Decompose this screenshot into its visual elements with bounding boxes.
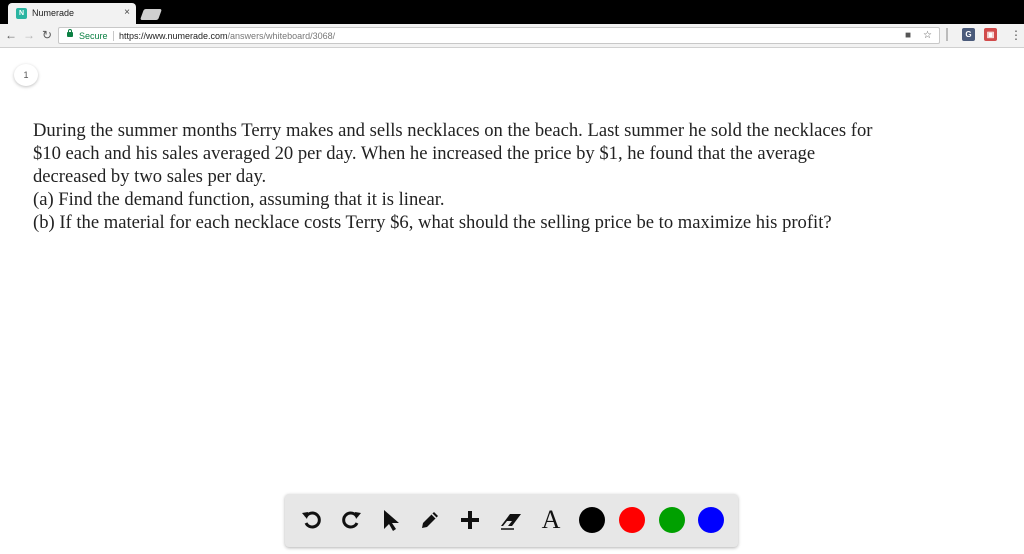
reload-icon[interactable]: ↻	[40, 28, 54, 42]
tab-close-icon[interactable]: ×	[124, 6, 130, 19]
browser-menu-icon[interactable]: ⋮	[1010, 28, 1022, 42]
lock-icon	[67, 29, 73, 37]
question-text: During the summer months Terry makes and…	[33, 119, 1023, 234]
browser-tab[interactable]: N Numerade ×	[8, 3, 136, 24]
tab-title: Numerade	[32, 8, 75, 18]
address-bar[interactable]: Secure https://www.numerade.com/answers/…	[58, 27, 940, 44]
toolbar-divider	[946, 28, 948, 41]
color-red-swatch[interactable]	[619, 507, 645, 533]
extension-icon[interactable]: ▣	[984, 28, 997, 41]
browser-tab-bar: N Numerade ×	[0, 0, 1024, 24]
page-number-badge[interactable]: 1	[14, 64, 38, 86]
numerade-favicon-icon: N	[16, 8, 27, 19]
url-text[interactable]: https://www.numerade.com/answers/whitebo…	[119, 30, 335, 42]
omnibox-divider	[113, 31, 114, 41]
url-host: https://www.numerade.com	[119, 31, 228, 41]
url-path: /answers/whiteboard/3068/	[227, 31, 336, 41]
question-line: decreased by two sales per day.	[33, 166, 267, 187]
color-green-swatch[interactable]	[659, 507, 685, 533]
camera-icon[interactable]: ■	[905, 30, 911, 42]
question-line: $10 each and his sales averaged 20 per d…	[33, 143, 816, 164]
undo-icon[interactable]	[298, 506, 326, 534]
question-line: (b) If the material for each necklace co…	[33, 212, 832, 233]
forward-arrow-icon[interactable]: →	[22, 28, 36, 42]
bookmark-star-icon[interactable]: ☆	[923, 30, 932, 42]
plus-icon[interactable]	[456, 506, 484, 534]
question-line: (a) Find the demand function, assuming t…	[33, 189, 445, 210]
whiteboard-toolbar: A	[285, 494, 738, 547]
back-arrow-icon[interactable]: ←	[4, 28, 18, 42]
question-line: During the summer months Terry makes and…	[33, 120, 873, 141]
eraser-icon[interactable]	[497, 506, 525, 534]
secure-label: Secure	[79, 31, 108, 41]
redo-icon[interactable]	[337, 506, 365, 534]
color-blue-swatch[interactable]	[698, 507, 724, 533]
color-black-swatch[interactable]	[579, 507, 605, 533]
text-icon[interactable]: A	[537, 505, 565, 534]
select-arrow-icon[interactable]	[376, 506, 404, 534]
pencil-icon[interactable]	[416, 506, 444, 534]
new-tab-button[interactable]	[139, 9, 163, 20]
grammarly-extension-icon[interactable]: G	[962, 28, 975, 41]
browser-toolbar: ← → ↻ Secure https://www.numerade.com/an…	[0, 24, 1024, 48]
